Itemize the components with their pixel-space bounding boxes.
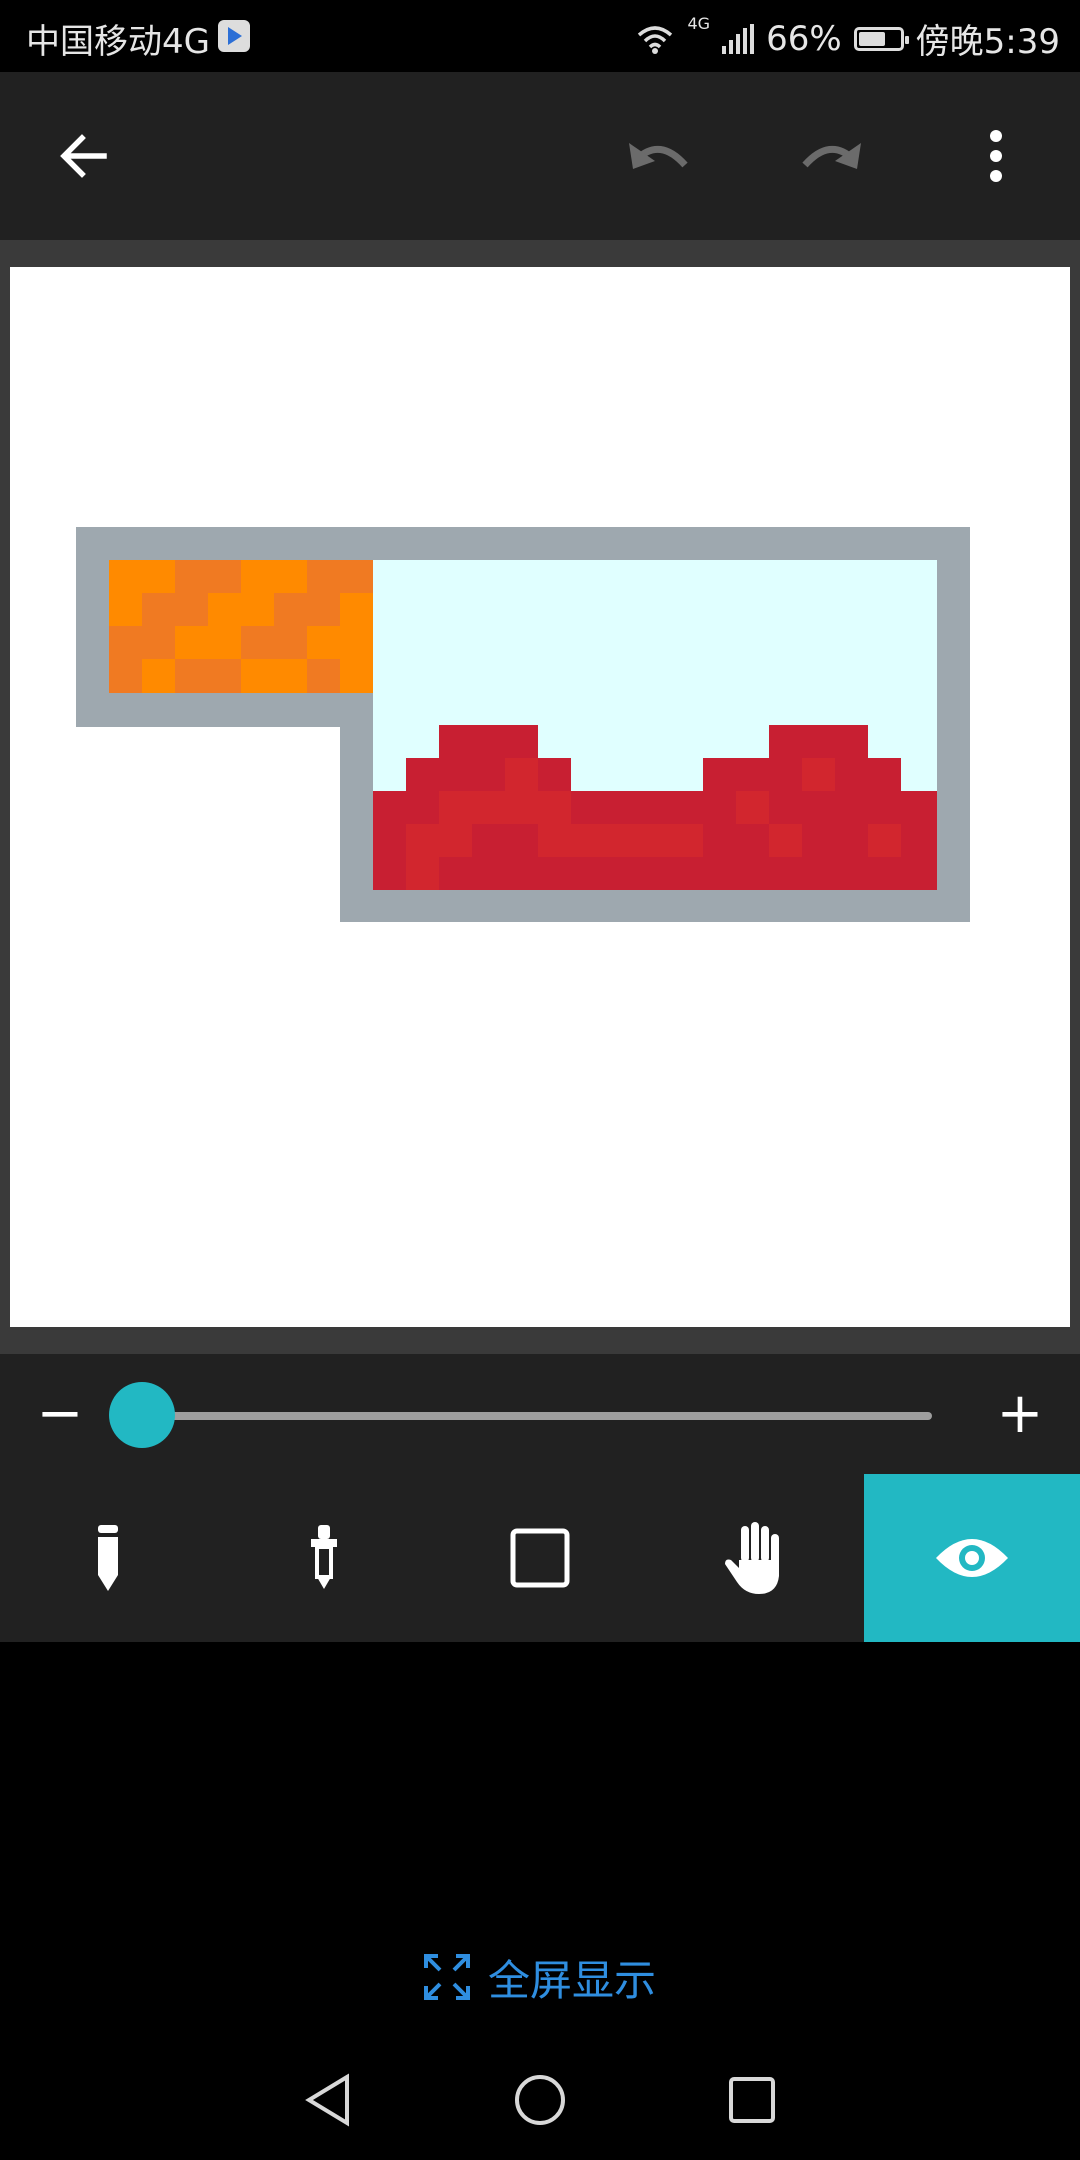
pencil-icon <box>98 1525 118 1591</box>
tool-bar <box>0 1474 1080 1642</box>
fullscreen-label: 全屏显示 <box>487 1955 656 2005</box>
wifi-icon <box>638 25 673 54</box>
canvas-area <box>0 240 1080 1354</box>
tool-rectangle[interactable] <box>432 1474 648 1642</box>
redo-icon <box>802 143 861 169</box>
zoom-out-label: − <box>36 1381 84 1446</box>
zoom-control: − + <box>0 1354 1080 1474</box>
tool-preview[interactable] <box>864 1474 1080 1642</box>
top-toolbar <box>0 72 1080 240</box>
pixel-art <box>76 527 970 922</box>
pixel-canvas[interactable] <box>10 267 1070 1327</box>
battery-percent: 66% <box>766 18 842 59</box>
tool-pencil[interactable] <box>0 1474 216 1642</box>
network-type: 4G <box>687 14 711 33</box>
signal-icon <box>722 23 755 54</box>
hand-icon <box>725 1522 779 1594</box>
clock: 傍晚5:39 <box>915 22 1060 62</box>
tool-eyedropper[interactable] <box>216 1474 432 1642</box>
arrow-left-icon <box>60 134 107 178</box>
zoom-slider-track[interactable] <box>142 1412 932 1420</box>
status-indicators: 4G 66% 傍晚5:39 <box>635 14 1060 63</box>
status-bar: 中国移动4G 4G 66% 傍晚5:39 <box>0 0 1080 72</box>
app-notification-icon <box>218 20 250 52</box>
undo-icon <box>629 143 688 169</box>
undo-button[interactable] <box>620 116 700 196</box>
eyedropper-icon <box>311 1525 337 1589</box>
more-button[interactable] <box>956 116 1036 196</box>
tool-pan[interactable] <box>648 1474 864 1642</box>
back-button[interactable] <box>44 116 124 196</box>
navigation-bar <box>0 2040 1080 2160</box>
zoom-slider-thumb[interactable] <box>109 1382 175 1448</box>
zoom-out-button[interactable]: − <box>36 1384 84 1444</box>
zoom-in-label: + <box>996 1381 1044 1446</box>
nav-back-icon[interactable] <box>303 2073 353 2127</box>
nav-recents-icon[interactable] <box>727 2075 777 2125</box>
fullscreen-button[interactable]: 全屏显示 <box>0 1942 1080 2012</box>
redo-button[interactable] <box>790 116 870 196</box>
more-vert-icon <box>990 130 1002 182</box>
expand-icon <box>423 1954 470 2000</box>
zoom-in-button[interactable]: + <box>996 1384 1044 1444</box>
battery-icon <box>853 26 909 51</box>
carrier-label: 中国移动4G <box>26 22 210 62</box>
nav-home-icon[interactable] <box>513 2073 567 2127</box>
eye-icon <box>936 1539 1008 1577</box>
square-icon <box>510 1528 570 1588</box>
